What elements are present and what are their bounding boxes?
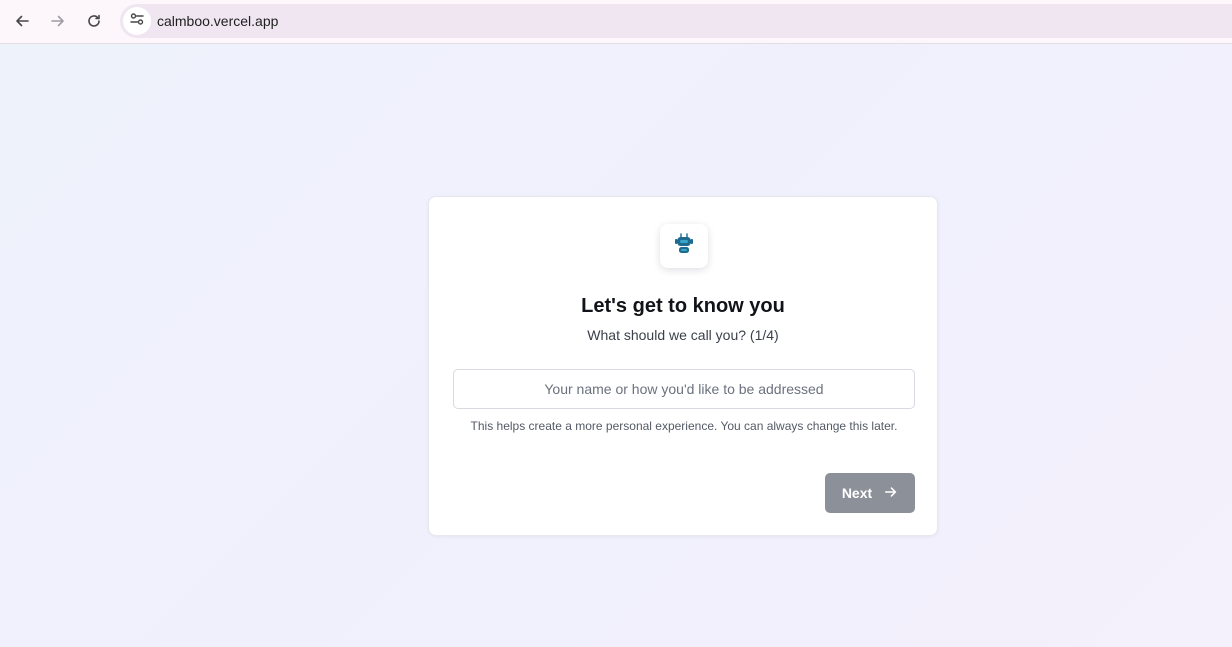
app-logo [660,224,708,268]
site-info-button[interactable] [123,7,151,35]
robot-icon [673,232,695,261]
reload-icon [86,13,102,29]
helper-text: This helps create a more personal experi… [470,419,898,433]
address-bar[interactable]: calmboo.vercel.app [120,4,1232,38]
page-title: Let's get to know you [581,295,785,317]
url-text[interactable]: calmboo.vercel.app [157,13,278,29]
next-button[interactable]: Next [825,473,915,513]
name-input[interactable] [453,369,915,409]
arrow-right-icon [50,13,66,29]
tune-icon [129,11,145,32]
step-question: What should we call you? (1/4) [587,327,779,343]
browser-toolbar: calmboo.vercel.app [0,0,1232,44]
reload-button[interactable] [80,7,108,35]
onboarding-card: Let's get to know you What should we cal… [428,196,938,536]
arrow-left-icon [14,13,30,29]
forward-button[interactable] [44,7,72,35]
next-button-label: Next [841,485,873,501]
back-button[interactable] [8,7,36,35]
arrow-right-icon [884,485,898,502]
